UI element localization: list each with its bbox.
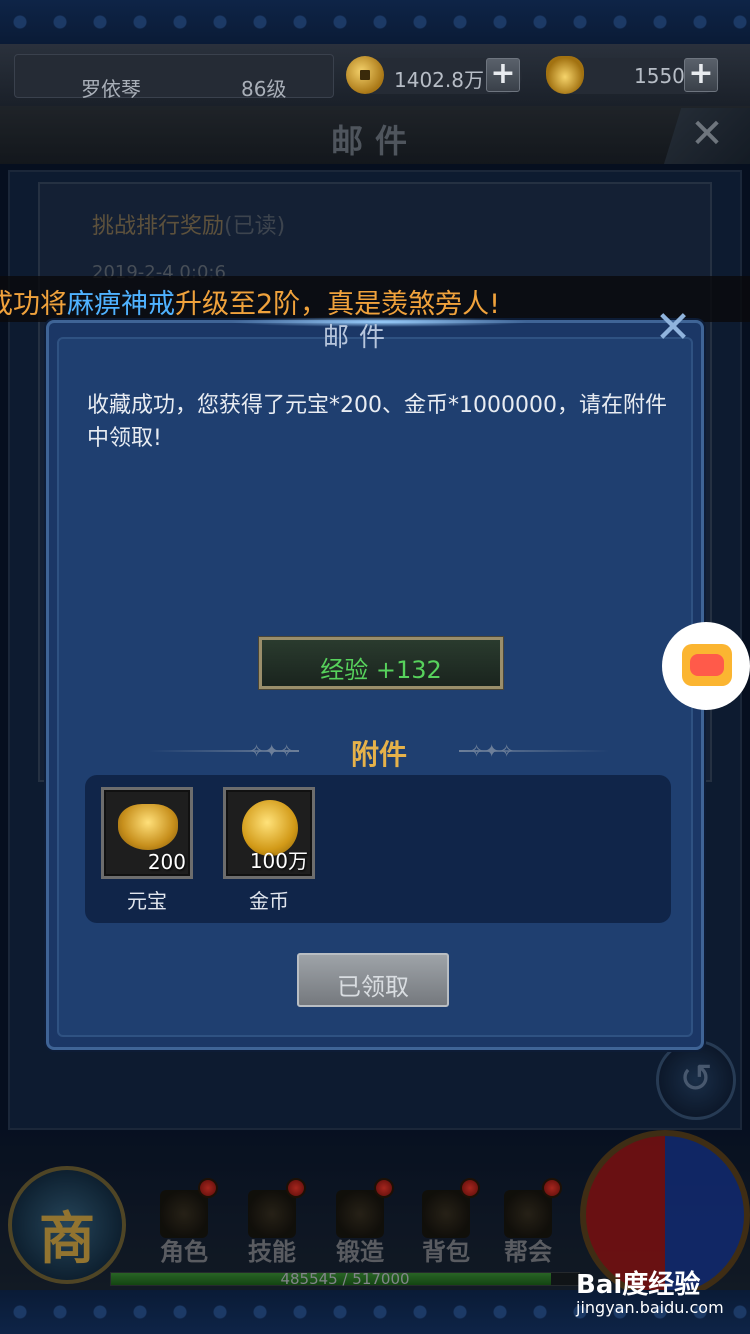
ingot-resource: 1550 + [546, 56, 720, 94]
attachments-panel: 200 元宝 100万 金币 [85, 775, 671, 923]
attachments-title: 附件 [350, 738, 407, 771]
item-quantity: 200 [147, 850, 186, 874]
player-level: 86级 [241, 77, 287, 101]
attachments-header: ✧✦✧ 附件 ✧✦✧ [149, 731, 609, 771]
add-ingots-button[interactable]: + [684, 58, 718, 92]
broadcast-part: 成功将 [0, 289, 67, 320]
claimed-button-label: 已领取 [337, 973, 409, 1001]
floating-game-helper[interactable] [662, 622, 750, 710]
gold-ingot-icon [118, 804, 178, 850]
gold-ingot-icon [546, 56, 584, 94]
player-name: 罗依琴 [81, 77, 141, 101]
watermark-url: jingyan.baidu.com [576, 1298, 724, 1317]
item-name: 金币 [249, 889, 289, 913]
ornament-icon: ✧✦✧ [249, 741, 295, 762]
dialog-title: 邮件 [323, 323, 396, 353]
broadcast-marquee: 成功将麻痹神戒升级至2阶，真是羡煞旁人! [0, 276, 750, 322]
add-coins-button[interactable]: + [486, 58, 520, 92]
item-frame: 200 [101, 787, 193, 879]
item-frame: 100万 [223, 787, 315, 879]
ingot-amount: 1550 [634, 64, 685, 88]
player-info[interactable]: 罗依琴 86级 [14, 54, 334, 101]
attachment-slot-coin[interactable]: 100万 金币 [223, 787, 315, 914]
item-name: 元宝 [127, 889, 167, 913]
copper-coin-icon [346, 56, 384, 94]
watermark-logo: Bai度经验 [576, 1270, 701, 1300]
broadcast-text: 成功将麻痹神戒升级至2阶，真是羡煞旁人! [0, 282, 500, 321]
coin-resource: 1402.8万 + [346, 56, 522, 94]
dialog-body: 邮件 ✕ 收藏成功，您获得了元宝*200、金币*1000000，请在附件中领取!… [57, 305, 693, 1037]
attachment-slot-ingot[interactable]: 200 元宝 [101, 787, 193, 914]
dialog-close-button[interactable]: ✕ [647, 305, 699, 355]
player-status-bar: 罗依琴 86级 1402.8万 + 1550 + [0, 44, 750, 106]
coin-amount: 1402.8万 [394, 68, 484, 92]
divider-line [459, 750, 609, 752]
exp-reward-text: 经验 +132 [320, 656, 442, 684]
claimed-button[interactable]: 已领取 [297, 953, 449, 1007]
item-quantity: 100万 [249, 849, 308, 873]
mail-detail-dialog: 邮件 ✕ 收藏成功，您获得了元宝*200、金币*1000000，请在附件中领取!… [46, 305, 704, 1050]
broadcast-part: 升级至2阶，真是羡煞旁人! [175, 289, 501, 320]
dialog-message: 收藏成功，您获得了元宝*200、金币*1000000，请在附件中领取! [87, 393, 667, 451]
baidu-watermark: Bai度经验 jingyan.baidu.com [576, 1264, 746, 1324]
gamepad-icon [682, 644, 732, 686]
exp-reward: 经验 +132 [258, 636, 504, 690]
broadcast-item-name: 麻痹神戒 [67, 289, 175, 320]
top-decorative-band [0, 0, 750, 44]
